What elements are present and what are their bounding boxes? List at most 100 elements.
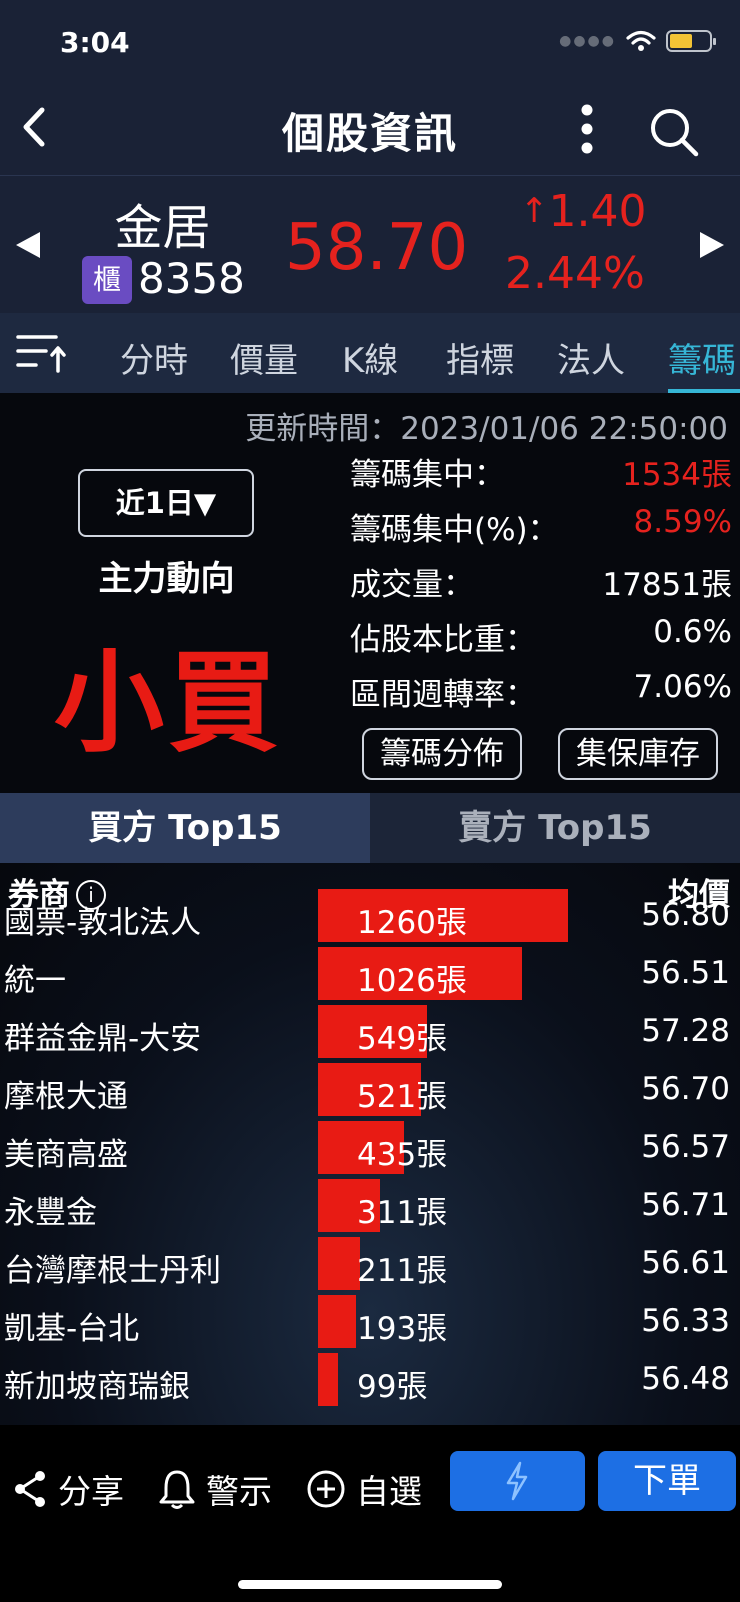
share-button[interactable]: 分享 <box>12 1459 124 1519</box>
alert-button[interactable]: 警示 <box>158 1459 272 1519</box>
broker-name: 永豐金 <box>4 1195 97 1231</box>
volume-bar <box>318 1353 338 1406</box>
volume-bar <box>318 1295 356 1348</box>
stock-name: 金居 <box>114 200 211 256</box>
status-time: 3:04 <box>60 26 130 59</box>
volume-unit: 張 <box>416 1021 448 1057</box>
net-volume: 521張 <box>357 1071 447 1116</box>
table-row[interactable]: 摩根大通 521張 56.70 <box>0 1061 740 1119</box>
volume-bar <box>318 1237 360 1290</box>
stock-price: 58.70 <box>285 211 469 285</box>
period-dropdown[interactable]: 近1日▼ <box>78 469 254 537</box>
table-row[interactable]: 群益金鼎-大安 549張 57.28 <box>0 1003 740 1061</box>
up-arrow-icon: ↑ <box>520 191 549 231</box>
average-price: 56.57 <box>641 1129 730 1165</box>
broker-name: 統一 <box>4 963 66 999</box>
broker-name: 美商高盛 <box>4 1137 128 1173</box>
main-force-trend-value: 小買 <box>54 639 282 767</box>
volume-value: 549 <box>357 1021 417 1057</box>
net-volume: 1260張 <box>357 897 467 942</box>
volume-value: 193 <box>357 1311 417 1347</box>
broker-name: 凱基-台北 <box>4 1311 140 1347</box>
volume-value: 521 <box>357 1079 417 1115</box>
volume-unit: 張 <box>416 1253 448 1289</box>
average-price: 56.51 <box>641 955 730 991</box>
metric-row: 成交量： 17851張 <box>350 559 732 605</box>
net-volume: 1026張 <box>357 955 467 1000</box>
alert-label: 警示 <box>206 1472 272 1511</box>
tab-sell-top15[interactable]: 賣方 Top15 <box>370 793 740 863</box>
metric-row: 區間週轉率： 7.06% <box>350 669 732 715</box>
tab-indicators[interactable]: 指標 <box>446 333 514 382</box>
tab-chips[interactable]: 籌碼 <box>668 333 736 382</box>
battery-icon <box>666 30 716 52</box>
metric-row: 籌碼集中(%)： 8.59% <box>350 504 732 550</box>
metric-value: 1534張 <box>622 457 732 493</box>
metric-label: 籌碼集中： <box>350 457 505 493</box>
table-row[interactable]: 美商高盛 435張 56.57 <box>0 1119 740 1177</box>
chip-summary-panel: 更新時間：2023/01/06 22:50:00 近1日▼ 主力動向 小買 籌碼… <box>0 393 740 793</box>
price-change-value: 1.40 <box>548 186 647 237</box>
net-volume: 435張 <box>357 1129 447 1174</box>
volume-value: 1026 <box>357 963 436 999</box>
quick-order-button[interactable] <box>450 1451 585 1511</box>
metric-row: 籌碼集中： 1534張 <box>350 449 732 495</box>
table-row[interactable]: 國票-敦北法人 1260張 56.80 <box>0 887 740 945</box>
table-row[interactable]: 新加坡商瑞銀 99張 56.48 <box>0 1351 740 1409</box>
average-price: 57.28 <box>641 1013 730 1049</box>
net-volume: 211張 <box>357 1245 447 1290</box>
broker-name: 新加坡商瑞銀 <box>4 1369 190 1405</box>
metric-label: 籌碼集中(%)： <box>350 512 559 548</box>
metric-value: 17851張 <box>602 567 732 603</box>
search-icon[interactable] <box>648 106 700 158</box>
volume-value: 311 <box>357 1195 417 1231</box>
average-price: 56.71 <box>641 1187 730 1223</box>
net-volume: 311張 <box>357 1187 447 1232</box>
tab-intraday[interactable]: 分時 <box>120 333 188 382</box>
metric-value: 0.6% <box>653 614 732 650</box>
chip-distribution-button[interactable]: 籌碼分佈 <box>362 728 522 780</box>
info-tab-bar: 分時 價量 K線 指標 法人 籌碼 <box>0 313 740 393</box>
volume-unit: 張 <box>416 1137 448 1173</box>
more-vertical-icon[interactable] <box>572 104 602 154</box>
metric-label: 成交量： <box>350 567 474 603</box>
tab-institutional[interactable]: 法人 <box>557 333 625 382</box>
share-label: 分享 <box>58 1472 124 1511</box>
bottom-toolbar: 分享 警示 自選 下單 <box>0 1425 740 1602</box>
average-price: 56.80 <box>641 897 730 933</box>
prev-stock-arrow-icon[interactable] <box>16 232 40 258</box>
average-price: 56.70 <box>641 1071 730 1107</box>
depository-inventory-button[interactable]: 集保庫存 <box>558 728 718 780</box>
price-change-percent: 2.44% <box>505 248 645 299</box>
broker-name: 摩根大通 <box>4 1079 128 1115</box>
lightning-icon <box>506 1461 528 1501</box>
watchlist-button[interactable]: 自選 <box>306 1459 422 1519</box>
sort-menu-icon[interactable] <box>16 331 66 375</box>
status-icons: ●●●● <box>559 30 716 52</box>
volume-unit: 張 <box>416 1195 448 1231</box>
table-row[interactable]: 台灣摩根士丹利 211張 56.61 <box>0 1235 740 1293</box>
metric-value: 7.06% <box>633 669 732 705</box>
place-order-button[interactable]: 下單 <box>598 1451 736 1511</box>
table-row[interactable]: 永豐金 311張 56.71 <box>0 1177 740 1235</box>
volume-unit: 張 <box>416 1311 448 1347</box>
broker-table[interactable]: 券商 i 均價 國票-敦北法人 1260張 56.80 統一 1026張 56.51 群益金鼎… <box>0 863 740 1425</box>
average-price: 56.61 <box>641 1245 730 1281</box>
tab-kline[interactable]: K線 <box>342 333 398 382</box>
broker-name: 台灣摩根士丹利 <box>4 1253 221 1289</box>
buy-sell-tabs: 買方 Top15 賣方 Top15 <box>0 793 740 863</box>
table-row[interactable]: 凱基-台北 193張 56.33 <box>0 1293 740 1351</box>
net-volume: 193張 <box>357 1303 447 1348</box>
metric-value: 8.59% <box>633 504 732 540</box>
volume-value: 99 <box>357 1369 397 1405</box>
wifi-icon <box>626 30 656 51</box>
next-stock-arrow-icon[interactable] <box>700 232 724 258</box>
stock-quote-bar: 金居 櫃 8358 58.70 ↑1.40 2.44% <box>0 175 740 313</box>
tab-price-volume[interactable]: 價量 <box>230 333 298 382</box>
volume-unit: 張 <box>435 963 467 999</box>
tab-buy-top15[interactable]: 買方 Top15 <box>0 793 370 863</box>
table-row[interactable]: 統一 1026張 56.51 <box>0 945 740 1003</box>
bell-icon <box>159 1470 195 1509</box>
plus-circle-icon <box>307 1470 345 1508</box>
metric-row: 佔股本比重： 0.6% <box>350 614 732 660</box>
